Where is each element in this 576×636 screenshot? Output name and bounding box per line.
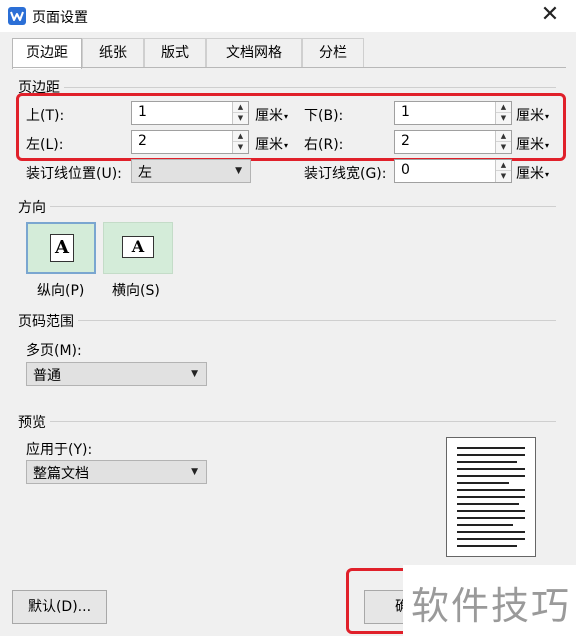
page-range-divider (18, 320, 556, 321)
gutter-width-value: 0 (401, 162, 410, 178)
preview-text-line (457, 496, 525, 498)
chevron-down-icon: ▼ (191, 369, 198, 379)
gutter-width-unit[interactable]: 厘米▾ (516, 163, 549, 183)
landscape-page-icon: A (122, 236, 154, 258)
preview-text-line (457, 468, 525, 470)
preview-text-line (457, 489, 525, 491)
gutter-position-label: 装订线位置(U): (26, 166, 122, 182)
page-range-section-title: 页码范围 (18, 311, 78, 331)
preview-text-line (457, 503, 519, 505)
watermark: 软件技巧 (403, 565, 576, 636)
gutter-position-dropdown[interactable]: 左 ▼ (131, 159, 251, 183)
chevron-down-icon: ▾ (545, 169, 550, 179)
portrait-option[interactable]: A (26, 222, 96, 274)
multi-page-dropdown[interactable]: 普通 ▼ (26, 362, 207, 386)
preview-text-line (457, 510, 525, 512)
landscape-option[interactable]: A (103, 222, 173, 274)
preview-text-line (457, 454, 525, 456)
spin-down-icon[interactable]: ▼ (496, 171, 511, 182)
spin-up-icon[interactable]: ▲ (496, 160, 511, 171)
chevron-down-icon: ▼ (235, 166, 242, 176)
preview-text-line (457, 482, 509, 484)
preview-text-line (457, 517, 525, 519)
portrait-page-icon: A (50, 234, 74, 262)
portrait-label: 纵向(P) (37, 283, 85, 299)
landscape-label: 横向(S) (112, 283, 160, 299)
gutter-width-spinner[interactable]: 0 ▲ ▼ (394, 159, 512, 183)
default-button[interactable]: 默认(D)... (12, 590, 107, 624)
tab-document-grid[interactable]: 文档网格 (206, 38, 302, 68)
margins-divider (18, 87, 556, 88)
preview-text-line (457, 524, 513, 526)
preview-text-line (457, 475, 525, 477)
preview-text-line (457, 545, 517, 547)
dialog-title: 页面设置 (32, 10, 88, 26)
close-icon[interactable]: ✕ (538, 4, 562, 28)
chevron-down-icon: ▼ (191, 467, 198, 477)
wps-app-icon (8, 7, 26, 25)
page-preview (446, 437, 536, 557)
preview-text-line (457, 531, 525, 533)
preview-section-title: 预览 (18, 412, 50, 432)
gutter-width-label: 装订线宽(G): (304, 166, 387, 182)
preview-text-line (457, 447, 525, 449)
tab-margins[interactable]: 页边距 (12, 38, 82, 69)
tab-layout[interactable]: 版式 (144, 38, 206, 68)
tab-columns[interactable]: 分栏 (302, 38, 364, 68)
highlight-box (16, 93, 566, 161)
apply-to-dropdown[interactable]: 整篇文档 ▼ (26, 460, 207, 484)
orientation-divider (18, 206, 556, 207)
preview-text-line (457, 538, 525, 540)
apply-to-label: 应用于(Y): (26, 442, 93, 458)
preview-divider (18, 421, 556, 422)
tab-paper[interactable]: 纸张 (82, 38, 144, 68)
orientation-section-title: 方向 (18, 197, 50, 217)
preview-text-line (457, 461, 517, 463)
title-bar: 页面设置 ✕ (0, 0, 576, 32)
multi-page-label: 多页(M): (26, 343, 82, 359)
